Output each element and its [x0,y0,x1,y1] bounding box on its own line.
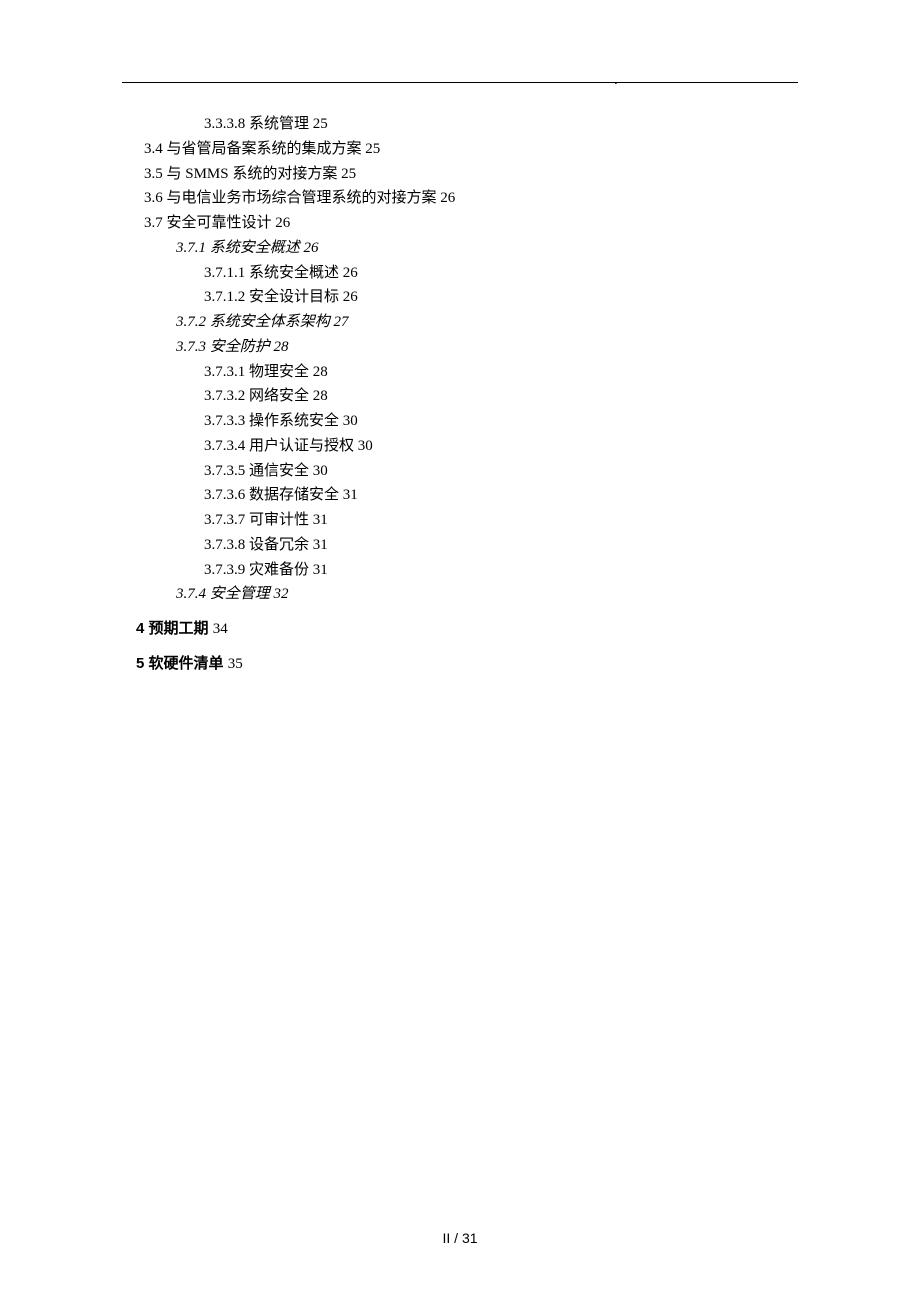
toc-entry: 3.7.3 安全防护 28 [176,335,798,360]
toc-num: 4 [136,620,144,637]
document-page: . 3.3.3.8 系统管理 25 3.4 与省管局备案系统的集成方案 25 3… [0,0,920,1302]
toc-page: 25 [341,166,356,182]
toc-num: 3.5 [144,166,163,182]
toc-num: 3.7.3.5 [204,463,245,479]
toc-entry: 3.7.3.8 设备冗余 31 [204,533,798,558]
toc-page: 31 [313,537,328,553]
toc-page: 30 [343,413,358,429]
toc-num: 3.7.3.6 [204,487,245,503]
toc-num: 3.7.3.2 [204,388,245,404]
toc-num: 3.7.3.3 [204,413,245,429]
page-footer: II / 31 [0,1227,920,1250]
toc-entry: 3.4 与省管局备案系统的集成方案 25 [144,137,798,162]
toc-page: 32 [274,586,289,602]
toc-entry: 3.7.3.5 通信安全 30 [204,459,798,484]
toc-chapter: 5 软硬件清单 35 [136,652,798,677]
toc-page: 26 [304,240,319,256]
toc-page: 35 [228,656,243,672]
toc-num: 3.4 [144,141,163,157]
toc-label: 软硬件清单 [149,655,224,672]
toc-page: 25 [365,141,380,157]
toc-num: 3.7.2 [176,314,206,330]
toc-entry: 3.7.3.2 网络安全 28 [204,384,798,409]
toc-entry: 3.5 与 SMMS 系统的对接方案 25 [144,162,798,187]
toc-num: 3.7.3 [176,339,206,355]
toc-entry: 3.7 安全可靠性设计 26 [144,211,798,236]
toc-label: 安全防护 [210,339,270,355]
toc-label: 网络安全 [249,388,309,404]
toc-entry: 3.7.4 安全管理 32 [176,582,798,607]
toc-page: 31 [343,487,358,503]
toc-label: 与 SMMS 系统的对接方案 [167,166,338,182]
toc-num: 3.3.3.8 [204,116,245,132]
toc-label: 系统管理 [249,116,309,132]
toc-num: 3.7.3.9 [204,562,245,578]
toc-label: 通信安全 [249,463,309,479]
toc-page: 34 [213,621,228,637]
toc-page: 25 [313,116,328,132]
toc-page: 28 [313,364,328,380]
toc-page: 30 [358,438,373,454]
toc-page: 30 [313,463,328,479]
toc-page: 26 [343,289,358,305]
toc-label: 系统安全概述 [249,265,339,281]
toc-label: 设备冗余 [249,537,309,553]
toc-entry: 3.7.3.9 灾难备份 31 [204,558,798,583]
toc-num: 3.7.4 [176,586,206,602]
toc-content: 3.3.3.8 系统管理 25 3.4 与省管局备案系统的集成方案 25 3.5… [136,112,798,683]
toc-label: 系统安全概述 [210,240,300,256]
header-dot: . [614,68,618,93]
toc-num: 3.7.1 [176,240,206,256]
toc-entry: 3.6 与电信业务市场综合管理系统的对接方案 26 [144,186,798,211]
toc-label: 与省管局备案系统的集成方案 [167,141,362,157]
toc-label: 安全管理 [210,586,270,602]
toc-entry: 3.7.3.6 数据存储安全 31 [204,483,798,508]
toc-num: 3.7.3.7 [204,512,245,528]
toc-page: 28 [274,339,289,355]
toc-entry: 3.7.3.1 物理安全 28 [204,360,798,385]
toc-label: 数据存储安全 [249,487,339,503]
toc-num: 3.7 [144,215,163,231]
toc-entry: 3.3.3.8 系统管理 25 [204,112,798,137]
toc-label: 可审计性 [249,512,309,528]
toc-num: 3.7.3.1 [204,364,245,380]
toc-num: 3.6 [144,190,163,206]
toc-page: 27 [334,314,349,330]
toc-page: 26 [343,265,358,281]
toc-label: 与电信业务市场综合管理系统的对接方案 [167,190,437,206]
toc-num: 5 [136,655,144,672]
toc-label: 预期工期 [149,620,209,637]
toc-label: 灾难备份 [249,562,309,578]
footer-total: 31 [462,1230,478,1246]
toc-chapter: 4 预期工期 34 [136,617,798,642]
toc-entry: 3.7.3.4 用户认证与授权 30 [204,434,798,459]
toc-entry: 3.7.3.7 可审计性 31 [204,508,798,533]
toc-num: 3.7.3.4 [204,438,245,454]
toc-entry: 3.7.1.1 系统安全概述 26 [204,261,798,286]
toc-num: 3.7.1.1 [204,265,245,281]
toc-label: 系统安全体系架构 [210,314,330,330]
footer-sep: / [450,1230,462,1246]
toc-entry: 3.7.1 系统安全概述 26 [176,236,798,261]
toc-page: 31 [313,512,328,528]
toc-page: 26 [275,215,290,231]
toc-page: 31 [313,562,328,578]
toc-entry: 3.7.2 系统安全体系架构 27 [176,310,798,335]
toc-entry: 3.7.1.2 安全设计目标 26 [204,285,798,310]
toc-label: 用户认证与授权 [249,438,354,454]
toc-num: 3.7.3.8 [204,537,245,553]
toc-label: 安全可靠性设计 [167,215,272,231]
toc-label: 操作系统安全 [249,413,339,429]
toc-page: 28 [313,388,328,404]
toc-entry: 3.7.3.3 操作系统安全 30 [204,409,798,434]
header-rule [122,82,798,83]
toc-label: 安全设计目标 [249,289,339,305]
toc-page: 26 [440,190,455,206]
toc-label: 物理安全 [249,364,309,380]
toc-num: 3.7.1.2 [204,289,245,305]
